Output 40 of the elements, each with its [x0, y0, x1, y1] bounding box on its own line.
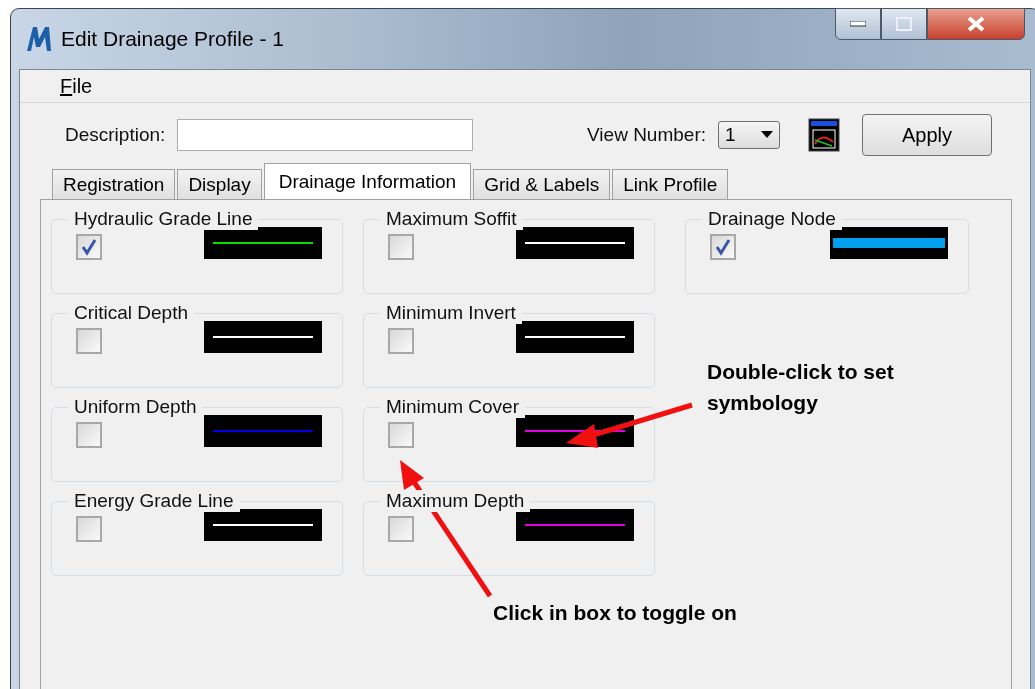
- checkbox[interactable]: [388, 516, 414, 542]
- maximize-button[interactable]: [881, 8, 927, 40]
- apply-button[interactable]: Apply: [862, 114, 992, 156]
- view-number-dropdown[interactable]: 1: [718, 121, 780, 149]
- symbology-swatch[interactable]: [516, 321, 634, 353]
- symbology-swatch[interactable]: [830, 227, 948, 259]
- symbology-swatch[interactable]: [516, 509, 634, 541]
- caret-icon: [761, 131, 773, 139]
- tab[interactable]: Display: [177, 169, 262, 199]
- checkbox[interactable]: [710, 234, 736, 260]
- minimize-icon: [850, 21, 866, 27]
- close-button[interactable]: [927, 8, 1025, 40]
- symbology-swatch[interactable]: [204, 227, 322, 259]
- checkbox[interactable]: [76, 422, 102, 448]
- window-title: Edit Drainage Profile - 1: [61, 27, 285, 51]
- checkbox[interactable]: [388, 422, 414, 448]
- field-label: Description:: [65, 124, 166, 146]
- tab[interactable]: Link Profile: [612, 169, 729, 199]
- annotation-text: Double-click to set symbology: [707, 359, 895, 416]
- checkbox[interactable]: [76, 516, 102, 542]
- tab[interactable]: Drainage Information: [263, 163, 472, 199]
- tab[interactable]: Registration: [52, 169, 176, 199]
- view-window-icon[interactable]: [808, 118, 840, 152]
- field-label: View Number:: [587, 124, 706, 146]
- symbology-swatch[interactable]: [204, 321, 322, 353]
- symbology-swatch[interactable]: [516, 227, 634, 259]
- symbology-swatch[interactable]: [204, 415, 322, 447]
- maximize-icon: [896, 17, 912, 31]
- symbology-swatch[interactable]: [204, 509, 322, 541]
- checkbox[interactable]: [76, 234, 102, 260]
- checkbox[interactable]: [388, 234, 414, 260]
- checkbox[interactable]: [76, 328, 102, 354]
- description-field[interactable]: [177, 119, 474, 151]
- menu-item[interactable]: File: [60, 74, 93, 98]
- app-logo-icon: [25, 25, 53, 53]
- checkbox[interactable]: [388, 328, 414, 354]
- annotation-text: Click in box to toggle on: [493, 600, 737, 626]
- minimize-button[interactable]: [835, 8, 881, 40]
- tab[interactable]: Grid & Labels: [473, 169, 611, 199]
- close-icon: [967, 16, 985, 32]
